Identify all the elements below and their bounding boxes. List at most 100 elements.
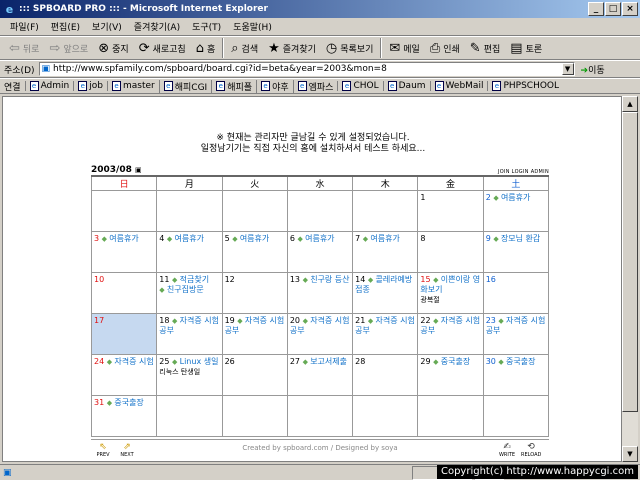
address-input[interactable]: ▣ http://www.spfamily.com/spboard/board.… bbox=[38, 62, 575, 76]
calendar-day-cell[interactable]: 9 ◆ 장모님 환갑 bbox=[482, 231, 550, 273]
calendar-day-cell[interactable] bbox=[286, 395, 354, 437]
calendar-day-cell[interactable]: 31 ◆ 중국출장 bbox=[90, 395, 158, 437]
calendar-top-links[interactable]: JOIN LOGIN ADMIN bbox=[498, 169, 549, 175]
event-link[interactable]: 중국출장 bbox=[506, 357, 535, 366]
scroll-up-icon[interactable]: ▲ bbox=[622, 96, 638, 112]
link-phpschool[interactable]: e PHPSCHOOL bbox=[487, 81, 563, 91]
calendar-day-cell[interactable]: 26 bbox=[221, 354, 288, 396]
vertical-scrollbar[interactable]: ▲ ▼ bbox=[622, 96, 638, 462]
calendar-day-cell[interactable]: 13 ◆ 친구랑 등산 bbox=[286, 272, 354, 314]
menu-file[interactable]: 파일(F) bbox=[4, 20, 45, 33]
calendar-day-cell[interactable]: 12 bbox=[221, 272, 288, 314]
home-button[interactable]: ⌂ 홈 bbox=[191, 37, 221, 59]
forward-button[interactable]: ⇨ 앞으로 bbox=[44, 37, 93, 59]
event-link[interactable]: 여름휴가 bbox=[175, 234, 204, 243]
menu-favorites[interactable]: 즐겨찾기(A) bbox=[128, 20, 186, 33]
menu-help[interactable]: 도움말(H) bbox=[227, 20, 278, 33]
calendar-day-cell[interactable]: 2 ◆ 여름휴가 bbox=[482, 190, 550, 232]
calendar-day-cell[interactable] bbox=[482, 395, 550, 437]
calendar-day-cell[interactable]: 29 ◆ 중국출장 bbox=[417, 354, 484, 396]
event-link[interactable]: 적금찾기 bbox=[180, 275, 209, 284]
event-link[interactable]: 친구랑 등산 bbox=[310, 275, 349, 284]
calendar-day-cell[interactable]: 27 ◆ 보고서제출 bbox=[286, 354, 354, 396]
link-admin[interactable]: e Admin bbox=[24, 81, 74, 91]
event-link[interactable]: 중국출장 bbox=[441, 357, 470, 366]
event-link[interactable]: 자격증 시험 bbox=[114, 357, 153, 366]
go-button[interactable]: ➔이동 bbox=[581, 63, 605, 76]
search-button[interactable]: ⌕ 검색 bbox=[226, 37, 263, 59]
link-empas[interactable]: e 엠파스 bbox=[292, 79, 338, 93]
event-link[interactable]: 중국출장 bbox=[114, 398, 143, 407]
link-master[interactable]: e master bbox=[106, 81, 159, 91]
write-button[interactable]: ✍ WRITE bbox=[497, 442, 517, 458]
scroll-down-icon[interactable]: ▼ bbox=[622, 446, 638, 462]
event-link[interactable]: 여름휴가 bbox=[305, 234, 334, 243]
calendar-day-cell[interactable]: 7 ◆ 여름휴가 bbox=[352, 231, 419, 273]
calendar-day-cell[interactable]: 24 ◆ 자격증 시험 bbox=[90, 354, 158, 396]
event-link[interactable]: 친구집방문 bbox=[167, 285, 204, 294]
calendar-day-cell[interactable]: 23 ◆ 자격증 시험공부 bbox=[482, 313, 550, 355]
event-link[interactable]: Linux 생일 bbox=[180, 357, 219, 366]
calendar-day-cell[interactable] bbox=[156, 190, 223, 232]
stop-button[interactable]: ⊗ 중지 bbox=[93, 37, 133, 59]
calendar-day-cell[interactable]: 30 ◆ 중국출장 bbox=[482, 354, 550, 396]
print-button[interactable]: ⎙ 인쇄 bbox=[425, 37, 465, 59]
link-yahoo[interactable]: e 야후 bbox=[256, 79, 293, 93]
calendar-day-cell[interactable] bbox=[352, 190, 419, 232]
calendar-day-cell[interactable] bbox=[221, 395, 288, 437]
scroll-thumb[interactable] bbox=[622, 112, 638, 412]
menu-view[interactable]: 보기(V) bbox=[86, 20, 128, 33]
calendar-day-cell[interactable]: 19 ◆ 자격증 시험공부 bbox=[221, 313, 288, 355]
mail-button[interactable]: ✉ 메일 bbox=[384, 37, 424, 59]
calendar-day-cell[interactable]: 3 ◆ 여름휴가 bbox=[90, 231, 158, 273]
calendar-day-cell[interactable]: 10 bbox=[90, 272, 158, 314]
calendar-day-cell[interactable]: 14 ◆ 콜레라예방접종 bbox=[352, 272, 419, 314]
event-link[interactable]: 여름휴가 bbox=[370, 234, 399, 243]
reload-button[interactable]: ⟲ RELOAD bbox=[521, 442, 541, 458]
link-daum[interactable]: e Daum bbox=[382, 81, 430, 91]
calendar-day-cell[interactable]: 21 ◆ 자격증 시험공부 bbox=[352, 313, 419, 355]
calendar-day-cell[interactable] bbox=[90, 190, 158, 232]
calendar-day-cell[interactable]: 8 bbox=[417, 231, 484, 273]
event-link[interactable]: 여름휴가 bbox=[109, 234, 138, 243]
calendar-day-cell[interactable]: 25 ◆ Linux 생일 리눅스 탄생일 bbox=[156, 354, 223, 396]
favorites-button[interactable]: ★ 즐겨찾기 bbox=[263, 37, 321, 59]
link-happypoll[interactable]: e 해피폴 bbox=[211, 79, 256, 93]
link-chol[interactable]: e CHOL bbox=[337, 81, 382, 91]
calendar-day-cell[interactable]: 1 bbox=[417, 190, 484, 232]
link-webmail[interactable]: e WebMail bbox=[429, 81, 488, 91]
address-dropdown-icon[interactable]: ▼ bbox=[561, 63, 574, 75]
event-link[interactable]: 여름휴가 bbox=[501, 193, 530, 202]
back-button[interactable]: ⇦ 뒤로 bbox=[4, 37, 44, 59]
close-button[interactable]: × bbox=[622, 2, 638, 16]
event-link[interactable]: 장모님 환갑 bbox=[501, 234, 540, 243]
menu-tools[interactable]: 도구(T) bbox=[186, 20, 227, 33]
calendar-day-cell[interactable] bbox=[352, 395, 419, 437]
calendar-day-cell[interactable] bbox=[221, 190, 288, 232]
event-link[interactable]: 보고서제출 bbox=[310, 357, 347, 366]
calendar-day-cell[interactable]: 22 ◆ 자격증 시험공부 bbox=[417, 313, 484, 355]
calendar-day-cell[interactable]: 16 bbox=[482, 272, 550, 314]
event-link[interactable]: 자격증 시험공부 bbox=[159, 316, 219, 335]
calendar-day-cell[interactable]: 5 ◆ 여름휴가 bbox=[221, 231, 288, 273]
calendar-day-cell[interactable]: 11 ◆ 적금찾기 ◆ 친구집방문 bbox=[156, 272, 223, 314]
calendar-day-cell[interactable] bbox=[156, 395, 223, 437]
calendar-day-cell[interactable] bbox=[286, 190, 354, 232]
calendar-day-cell[interactable]: 20 ◆ 자격증 시험공부 bbox=[286, 313, 354, 355]
discuss-button[interactable]: ▤ 토론 bbox=[505, 37, 547, 59]
history-button[interactable]: ◷ 목록보기 bbox=[321, 37, 378, 59]
calendar-day-cell[interactable] bbox=[417, 395, 484, 437]
event-link[interactable]: 자격증 시험공부 bbox=[355, 316, 415, 335]
maximize-button[interactable]: □ bbox=[605, 2, 621, 16]
calendar-day-cell[interactable]: 17 bbox=[90, 313, 158, 355]
refresh-button[interactable]: ⟳ 새로고침 bbox=[134, 37, 191, 59]
calendar-day-cell[interactable]: 4 ◆ 여름휴가 bbox=[156, 231, 223, 273]
edit-button[interactable]: ✎ 편집 bbox=[465, 37, 505, 59]
link-job[interactable]: e job bbox=[73, 81, 107, 91]
calendar-day-cell[interactable]: 28 bbox=[352, 354, 419, 396]
minimize-button[interactable]: _ bbox=[588, 2, 604, 16]
calendar-day-cell[interactable]: 15 ◆ 이쁜이랑 영화보기 광복절 bbox=[417, 272, 484, 314]
menu-edit[interactable]: 편집(E) bbox=[45, 20, 86, 33]
event-link[interactable]: 여름휴가 bbox=[240, 234, 269, 243]
calendar-day-cell[interactable]: 6 ◆ 여름휴가 bbox=[286, 231, 354, 273]
